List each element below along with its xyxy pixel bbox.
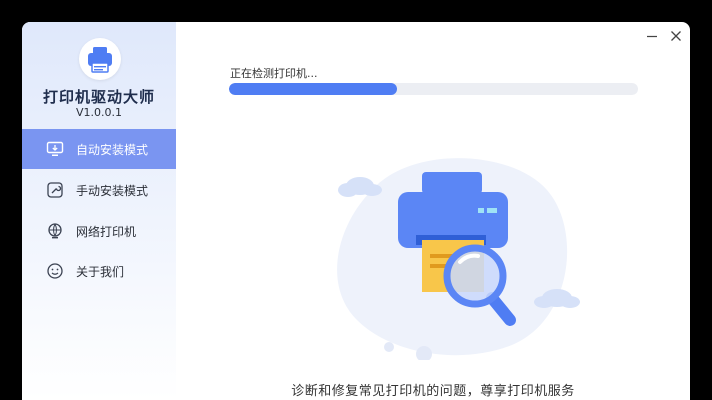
printer-logo-icon	[88, 47, 112, 73]
sidebar-item-label: 网络打印机	[76, 224, 137, 239]
sidebar-item-auto-install[interactable]: 自动安装模式	[22, 129, 176, 169]
progress-fill	[229, 83, 397, 95]
sidebar: 打印机驱动大师 V1.0.0.1 自动安装模式 手动安装模式 网络打印机 关于我…	[22, 22, 176, 400]
app-version: V1.0.0.1	[75, 106, 122, 119]
sidebar-item-about-us[interactable]: 关于我们	[22, 251, 176, 291]
sidebar-item-network-printer[interactable]: 网络打印机	[22, 211, 176, 251]
app-window: 打印机驱动大师 V1.0.0.1 自动安装模式 手动安装模式 网络打印机 关于我…	[22, 22, 690, 400]
sidebar-item-manual-install[interactable]: 手动安装模式	[22, 170, 176, 210]
monitor-icon	[46, 140, 64, 158]
sidebar-item-label: 自动安装模式	[76, 142, 149, 157]
app-logo	[79, 38, 121, 80]
smiley-icon	[46, 262, 64, 280]
page-caption: 诊断和修复常见打印机的问题，尊享打印机服务	[291, 384, 575, 399]
detection-progress-bar	[229, 83, 638, 95]
minimize-icon	[647, 35, 657, 38]
close-icon	[671, 31, 681, 41]
network-globe-icon	[46, 222, 64, 240]
detection-status-text: 正在检测打印机...	[230, 67, 318, 80]
minimize-button[interactable]	[645, 28, 659, 42]
app-title: 打印机驱动大师	[42, 88, 155, 106]
sidebar-item-label: 手动安装模式	[76, 183, 149, 198]
sidebar-item-label: 关于我们	[76, 264, 125, 279]
printer-illustration	[312, 150, 592, 362]
hand-wrench-icon	[46, 181, 64, 199]
close-button[interactable]	[669, 28, 683, 42]
